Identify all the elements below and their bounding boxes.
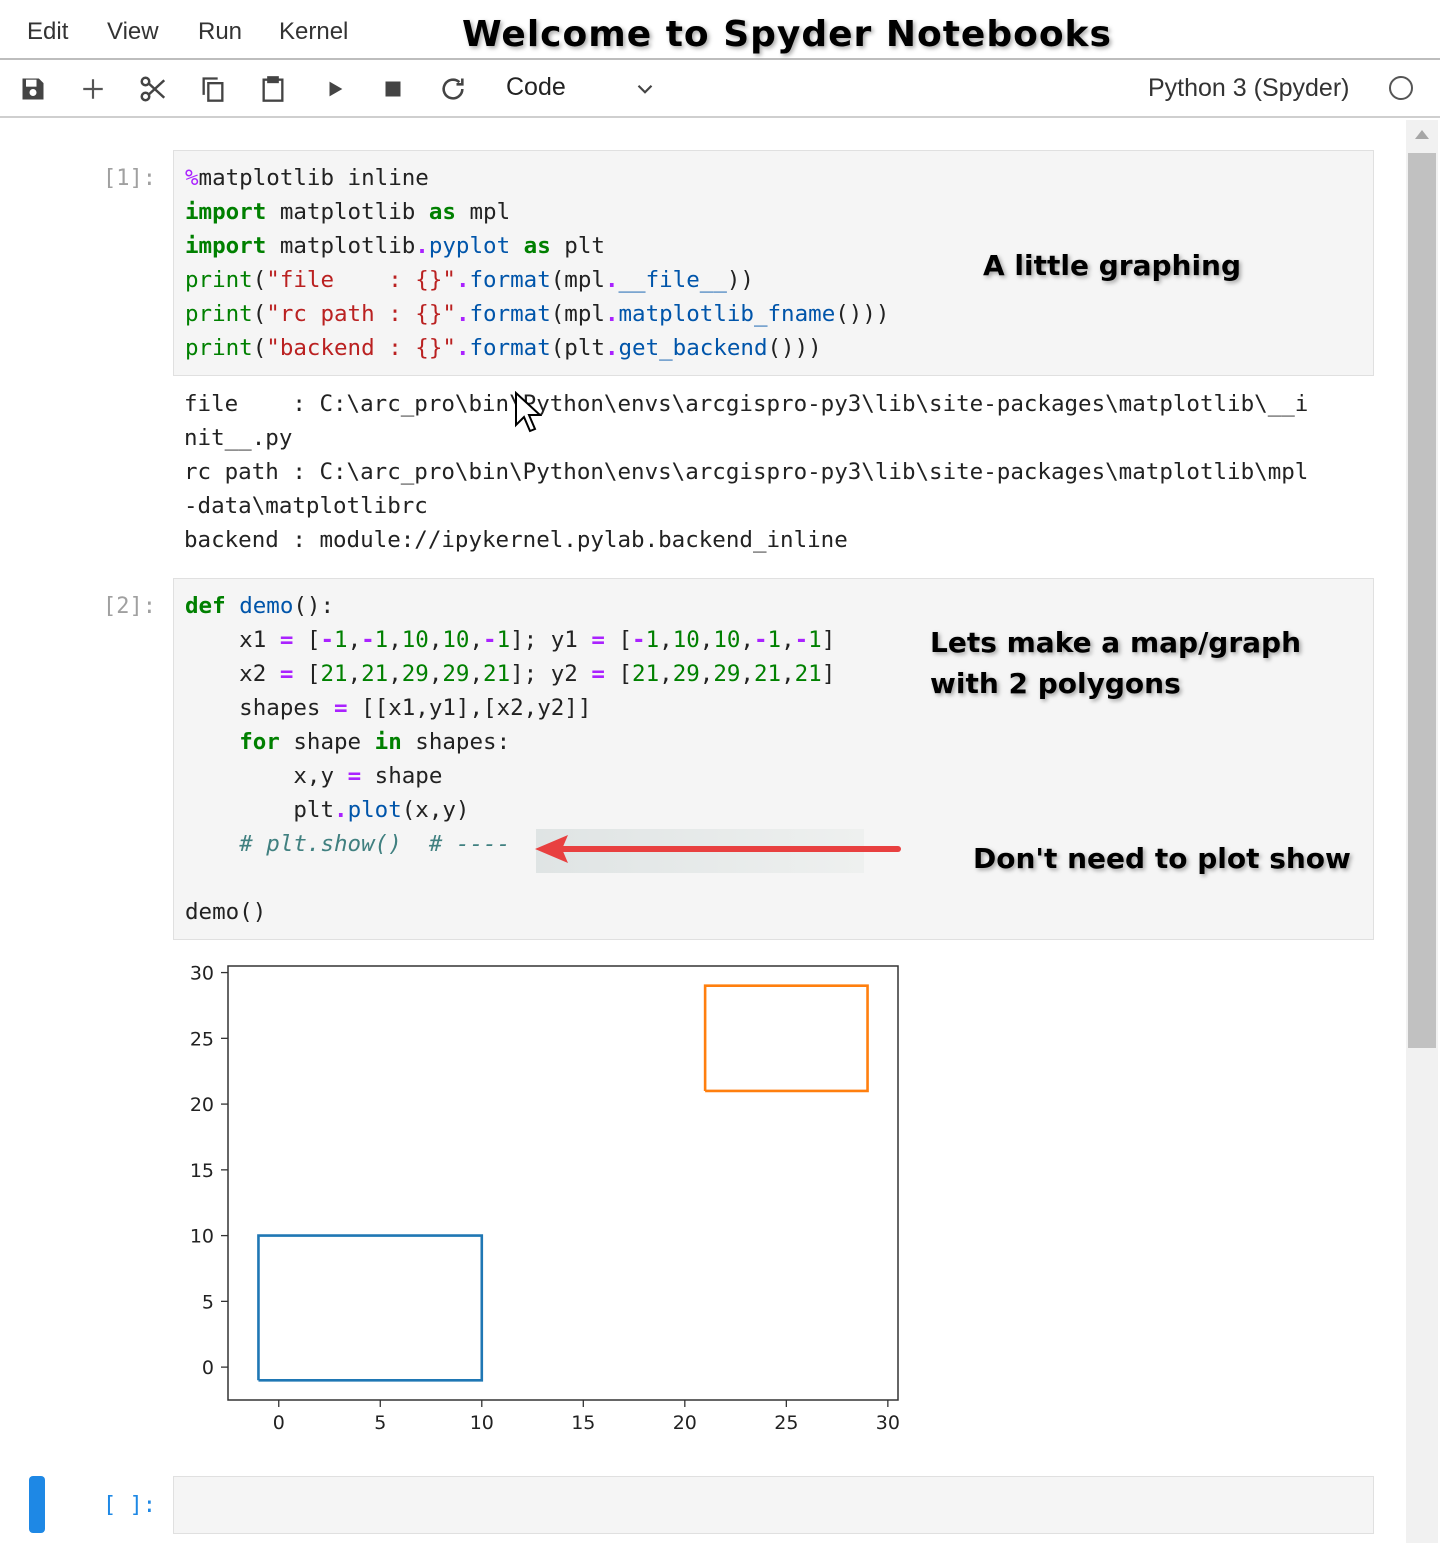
cell-prompt: [2]: — [103, 594, 156, 619]
plot-frame — [227, 965, 899, 1401]
y-tick-label: 20 — [190, 1094, 214, 1116]
page-title: Welcome to Spyder Notebooks — [462, 14, 1112, 55]
x-tick-label: 30 — [876, 1412, 900, 1434]
x-tick-label: 25 — [774, 1412, 798, 1434]
menu-run[interactable]: Run — [198, 18, 242, 46]
x-tick-label: 10 — [470, 1412, 494, 1434]
chevron-down-icon[interactable] — [632, 76, 658, 107]
menu-view[interactable]: View — [107, 18, 159, 46]
scroll-up-arrow-icon[interactable] — [1415, 130, 1429, 139]
y-tick-label: 0 — [202, 1357, 214, 1379]
cell-prompt: [ ]: — [103, 1493, 156, 1518]
mouse-cursor-icon — [515, 391, 542, 433]
output-line: -data\matplotlibrc — [184, 493, 428, 519]
active-cell-marker — [29, 1476, 45, 1533]
annotation-graphing: A little graphing — [983, 249, 1242, 282]
stop-icon[interactable] — [378, 74, 408, 104]
y-tick-label: 30 — [190, 963, 214, 985]
annotation-plot-show: Don't need to plot show — [973, 842, 1351, 875]
empty-code-cell-input[interactable] — [173, 1476, 1374, 1534]
copy-icon[interactable] — [198, 74, 228, 104]
save-icon[interactable] — [18, 74, 48, 104]
code-editor[interactable]: def demo(): x1 = [-1,-1,10,10,-1]; y1 = … — [185, 589, 835, 929]
x-tick-label: 0 — [273, 1412, 285, 1434]
cut-icon[interactable] — [138, 74, 168, 104]
restart-icon[interactable] — [438, 74, 468, 104]
menu-edit[interactable]: Edit — [27, 18, 68, 46]
annotation-map-graph: Lets make a map/graph with 2 polygons — [930, 622, 1301, 704]
run-icon[interactable] — [320, 74, 350, 104]
menu-bar: Edit View Run Kernel Welcome to Spyder N… — [0, 0, 1440, 60]
y-tick-label: 5 — [202, 1291, 214, 1313]
cell-output: file : C:\arc_pro\bin\Python\envs\arcgis… — [184, 387, 1308, 557]
x-tick-label: 15 — [571, 1412, 595, 1434]
x-tick-label: 20 — [673, 1412, 697, 1434]
paste-icon[interactable] — [258, 74, 288, 104]
scrollbar-thumb[interactable] — [1408, 153, 1436, 1048]
annotation-line: with 2 polygons — [930, 667, 1181, 700]
cell-prompt: [1]: — [103, 166, 156, 191]
kernel-status-icon — [1389, 76, 1413, 100]
output-line: nit__.py — [184, 425, 293, 451]
y-tick-label: 25 — [190, 1028, 214, 1050]
x-tick-label: 5 — [374, 1412, 386, 1434]
menu-kernel[interactable]: Kernel — [279, 18, 348, 46]
y-tick-label: 10 — [190, 1226, 214, 1248]
output-line: file : C:\arc_pro\bin\Python\envs\arcgis… — [184, 391, 1309, 417]
plot-chart: 0 5 10 15 20 25 30 0 5 10 15 20 25 30 — [190, 963, 900, 1434]
output-line: backend : module://ipykernel.pylab.backe… — [184, 527, 848, 553]
output-line: rc path : C:\arc_pro\bin\Python\envs\arc… — [184, 459, 1309, 485]
add-cell-icon[interactable] — [78, 74, 108, 104]
annotation-line: Lets make a map/graph — [930, 626, 1302, 659]
code-editor[interactable]: %matplotlib inline import matplotlib as … — [185, 161, 889, 365]
y-tick-label: 15 — [190, 1160, 214, 1182]
kernel-name: Python 3 (Spyder) — [1148, 74, 1350, 102]
cell-type-select[interactable]: Code — [506, 73, 566, 102]
toolbar: Code Python 3 (Spyder) — [0, 60, 1440, 118]
red-arrow-icon — [535, 835, 901, 863]
scrollbar[interactable] — [1406, 120, 1438, 1543]
